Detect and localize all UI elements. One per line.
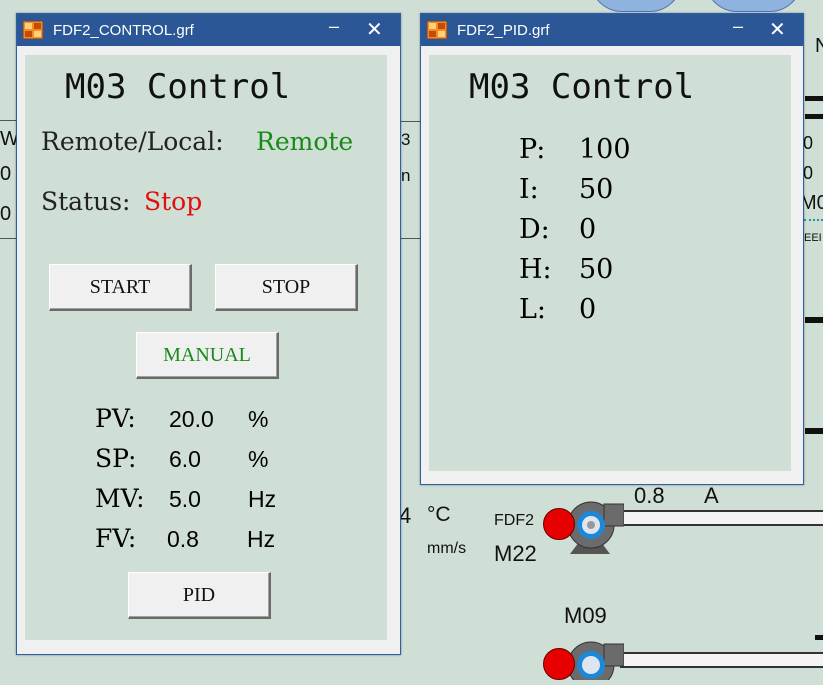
pid-window[interactable]: FDF2_PID.grf – ✕ M03 Control P: 100 I: 5… (420, 13, 804, 485)
status-label: Status: (41, 187, 131, 216)
pid-param-value-l: 0 (579, 294, 597, 325)
pump-fdf2-value: 0.8 (634, 483, 665, 508)
reading-label-sp: SP: (95, 444, 137, 473)
bg-mid-line-1 (400, 121, 421, 122)
bg-right-bar-4 (805, 428, 823, 434)
bg-right-bar-2 (805, 114, 823, 119)
reading-label-pv: PV: (95, 404, 136, 433)
bg-mid-frag-1: 3 (401, 130, 411, 149)
reading-label-mv: MV: (95, 484, 145, 513)
pump-fdf2-tag: FDF2 (494, 512, 534, 529)
reading-label-fv: FV: (95, 524, 137, 553)
bg-right-trend (804, 219, 823, 229)
reading-value-fv: 0.8 (167, 526, 199, 552)
pump-fdf2-name: M22 (494, 541, 537, 566)
remote-local-label: Remote/Local: (41, 127, 224, 156)
control-window-title: FDF2_CONTROL.grf (53, 22, 194, 39)
bg-left-frag-3: 0 (0, 203, 12, 225)
reading-unit-mv: Hz (248, 486, 277, 512)
pump-m09-name: M09 (564, 603, 607, 628)
pump-fdf2-unit: A (704, 483, 719, 508)
status-value: Stop (144, 187, 203, 216)
bg-right-frag-2: 0 (803, 163, 814, 183)
control-panel: M03 Control Remote/Local: Remote Status:… (25, 55, 387, 640)
bg-right-bar-1 (805, 96, 823, 101)
reading-unit-fv: Hz (247, 526, 276, 552)
reading-value-sp: 6.0 (169, 446, 201, 472)
pump-m09-status-indicator (543, 648, 575, 680)
app-grid-icon (426, 20, 448, 40)
bg-right-frag-4: EEI (804, 232, 822, 244)
tank-top-left (590, 0, 682, 12)
pump-fdf2-pipe (620, 510, 823, 526)
app-grid-icon (22, 20, 44, 40)
minimize-icon[interactable]: – (329, 16, 339, 37)
pid-param-label-l: L: (519, 294, 547, 325)
pid-param-value-i: 50 (579, 174, 614, 205)
pid-window-titlebar[interactable]: FDF2_PID.grf – ✕ (421, 14, 803, 46)
close-icon[interactable]: ✕ (769, 17, 786, 42)
pid-heading: M03 Control (469, 67, 695, 107)
pid-param-label-d: D: (519, 214, 550, 245)
pid-param-value-d: 0 (579, 214, 597, 245)
bg-speed-unit: mm/s (427, 540, 467, 557)
pid-panel: M03 Control P: 100 I: 50 D: 0 H: 50 L: 0 (429, 55, 791, 471)
reading-unit-pv: % (248, 406, 269, 432)
start-button[interactable]: START (49, 264, 192, 311)
control-window[interactable]: FDF2_CONTROL.grf – ✕ M03 Control Remote/… (16, 13, 401, 655)
pid-param-label-i: I: (519, 174, 539, 205)
bg-temp-unit: °C (427, 503, 451, 526)
control-window-titlebar[interactable]: FDF2_CONTROL.grf – ✕ (17, 14, 400, 46)
stop-button[interactable]: STOP (215, 264, 358, 311)
pid-param-value-h: 50 (579, 254, 614, 285)
bg-left-line-1 (0, 120, 16, 121)
bg-right-bar-3 (805, 317, 823, 323)
bg-left-frag-2: 0 (0, 163, 12, 185)
reading-value-mv: 5.0 (169, 486, 201, 512)
pump-fdf2-status-indicator (543, 508, 575, 540)
reading-unit-sp: % (248, 446, 269, 472)
reading-value-pv: 20.0 (169, 406, 214, 432)
pid-button[interactable]: PID (128, 572, 271, 619)
bg-mid-frag-2: n (401, 166, 411, 185)
pid-param-label-h: H: (519, 254, 552, 285)
tank-top-right (705, 0, 802, 12)
pid-param-label-p: P: (519, 134, 546, 165)
pid-param-value-p: 100 (579, 134, 631, 165)
bg-right-bar-5 (815, 635, 823, 640)
bg-mid-line-2 (400, 238, 421, 239)
pid-window-title: FDF2_PID.grf (457, 22, 550, 39)
control-heading: M03 Control (65, 67, 291, 107)
manual-button[interactable]: MANUAL (136, 332, 279, 379)
pump-m09-pipe (620, 652, 823, 668)
remote-local-value: Remote (256, 127, 354, 156)
close-icon[interactable]: ✕ (366, 17, 383, 42)
bg-left-line-2 (0, 238, 16, 239)
bg-right-top-label: N (815, 35, 823, 57)
bg-right-frag-1: 0 (803, 133, 814, 153)
minimize-icon[interactable]: – (733, 16, 743, 37)
